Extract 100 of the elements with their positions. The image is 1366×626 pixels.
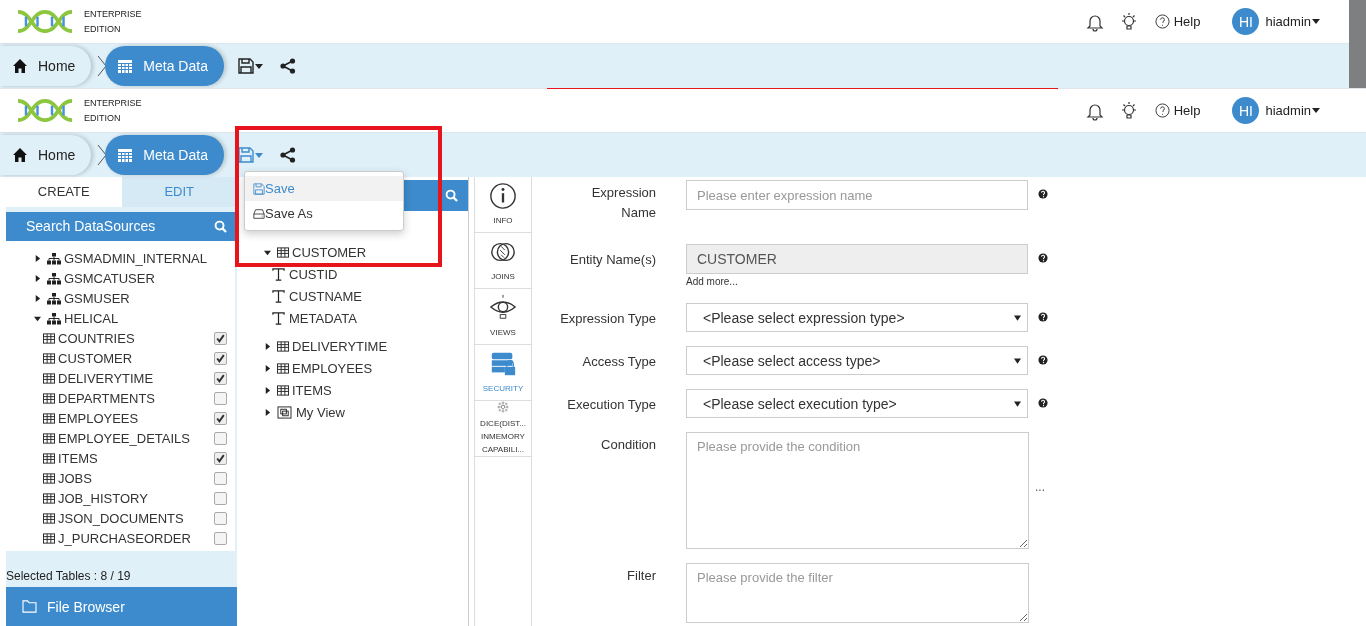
checkbox[interactable] xyxy=(214,492,227,506)
table-label[interactable]: EMPLOYEES xyxy=(58,411,214,427)
column-label[interactable]: METADATA xyxy=(289,310,357,326)
breadcrumb[interactable]: Meta Data xyxy=(105,46,224,86)
input-field[interactable]: CUSTOMER xyxy=(686,244,1028,274)
select-field[interactable]: <Please select execution type> xyxy=(686,389,1028,418)
info-icon[interactable] xyxy=(489,182,517,210)
menu-item[interactable]: Save As xyxy=(245,201,403,226)
caret-icon[interactable] xyxy=(1014,357,1021,364)
checkbox[interactable] xyxy=(214,432,227,446)
help-icon[interactable] xyxy=(1038,189,1048,199)
user-menu[interactable]: hiadmin xyxy=(1265,103,1320,118)
more-link[interactable]: ... xyxy=(1035,480,1045,494)
input-field[interactable]: Please enter expression name xyxy=(686,180,1028,210)
checkbox[interactable] xyxy=(214,332,227,346)
user-avatar[interactable]: HI xyxy=(1232,8,1260,35)
side-tab[interactable]: SECURITY xyxy=(475,345,531,401)
question-circle-icon[interactable] xyxy=(1154,14,1170,29)
search-icon[interactable] xyxy=(445,189,458,202)
side-tab-label[interactable]: DICE(DIST... xyxy=(480,417,526,430)
side-tab-label[interactable]: INMEMORY xyxy=(481,430,525,443)
home-icon[interactable] xyxy=(12,58,28,74)
checkbox[interactable] xyxy=(214,512,227,526)
checkbox[interactable] xyxy=(214,452,227,466)
table-label[interactable]: EMPLOYEE_DETAILS xyxy=(58,431,214,447)
calendar-grid-icon[interactable] xyxy=(117,147,134,163)
expand-arrow-icon[interactable] xyxy=(34,255,41,263)
table-label[interactable]: J_PURCHASEORDER xyxy=(58,531,214,547)
table-label[interactable]: JOBS xyxy=(58,471,214,487)
schema-label[interactable]: GSMUSER xyxy=(64,291,130,307)
table-label[interactable]: DEPARTMENTS xyxy=(58,391,214,407)
calendar-grid-icon[interactable] xyxy=(117,58,134,74)
search-icon[interactable] xyxy=(214,219,227,233)
folder-icon[interactable] xyxy=(22,600,37,614)
caret-icon[interactable] xyxy=(1014,400,1021,407)
tab[interactable]: CREATE xyxy=(6,177,122,207)
drive-icon[interactable] xyxy=(253,207,265,220)
entity-label[interactable]: My View xyxy=(296,404,345,420)
breadcrumb[interactable]: Home xyxy=(0,46,92,86)
help-icon[interactable] xyxy=(1038,312,1048,322)
checkbox[interactable] xyxy=(214,392,227,406)
select-field[interactable]: <Please select expression type> xyxy=(686,303,1028,332)
checkbox[interactable] xyxy=(214,352,227,366)
schema-label[interactable]: GSMADMIN_INTERNAL xyxy=(64,251,208,267)
breadcrumb[interactable]: Meta Data xyxy=(105,135,224,175)
column-label[interactable]: CUSTID xyxy=(289,266,338,282)
help-icon[interactable] xyxy=(1038,253,1048,263)
schema-label[interactable]: HELICAL xyxy=(64,311,119,327)
home-icon[interactable] xyxy=(12,147,28,163)
expand-arrow-icon[interactable] xyxy=(264,408,271,416)
text-area[interactable]: Please provide the condition xyxy=(686,432,1029,549)
entity-label[interactable]: DELIVERYTIME xyxy=(292,338,388,354)
add-more-link[interactable]: Add more... xyxy=(686,276,1048,287)
caret-icon[interactable] xyxy=(254,63,263,69)
expand-arrow-icon[interactable] xyxy=(264,386,271,394)
server-lock-icon[interactable] xyxy=(489,350,517,378)
checkbox[interactable] xyxy=(214,472,227,486)
side-tab-label[interactable]: SECURITY xyxy=(482,382,524,395)
expand-arrow-icon[interactable] xyxy=(34,275,41,283)
side-tab-label[interactable]: CAPABILI... xyxy=(481,443,525,456)
user-avatar[interactable]: HI xyxy=(1232,97,1260,124)
expand-arrow-icon[interactable] xyxy=(34,315,41,323)
file-browser-button[interactable]: File Browser xyxy=(6,587,237,626)
search-bar[interactable]: Search DataSources xyxy=(6,211,237,241)
scrollbar[interactable] xyxy=(1349,0,1366,88)
caret-icon[interactable] xyxy=(1014,314,1021,321)
checkbox[interactable] xyxy=(214,372,227,386)
column-label[interactable]: CUSTNAME xyxy=(289,288,362,304)
save-dropdown-button[interactable] xyxy=(235,56,265,76)
side-tab[interactable]: DICE(DIST... INMEMORY CAPABILI... xyxy=(475,401,531,457)
share-icon[interactable] xyxy=(279,147,296,163)
side-tab-label[interactable]: JOINS xyxy=(491,270,515,283)
entity-label[interactable]: CUSTOMER xyxy=(292,244,367,260)
question-circle-icon[interactable] xyxy=(1154,103,1170,118)
checkbox[interactable] xyxy=(214,412,227,426)
help-link[interactable]: Help xyxy=(1154,103,1201,118)
expand-arrow-icon[interactable] xyxy=(34,295,41,303)
side-tab[interactable]: INFO xyxy=(475,177,531,233)
table-label[interactable]: JSON_DOCUMENTS xyxy=(58,511,214,527)
side-tab-label[interactable]: VIEWS xyxy=(490,326,516,339)
help-icon[interactable] xyxy=(1038,398,1048,408)
checkbox[interactable] xyxy=(214,532,227,546)
expand-arrow-icon[interactable] xyxy=(264,342,271,350)
entity-label[interactable]: EMPLOYEES xyxy=(292,360,373,376)
breadcrumb[interactable]: Home xyxy=(0,135,92,175)
table-label[interactable]: ITEMS xyxy=(58,451,214,467)
expand-arrow-icon[interactable] xyxy=(264,364,271,372)
caret-icon[interactable] xyxy=(1312,108,1320,113)
side-tab-label[interactable]: INFO xyxy=(493,214,513,227)
text-area[interactable]: Please provide the filter xyxy=(686,563,1029,623)
schema-label[interactable]: GSMCATUSER xyxy=(64,271,155,287)
side-tab[interactable]: VIEWS xyxy=(475,289,531,345)
table-label[interactable]: CUSTOMER xyxy=(58,351,214,367)
select-field[interactable]: <Please select access type> xyxy=(686,346,1028,375)
entity-label[interactable]: ITEMS xyxy=(292,382,332,398)
expand-arrow-icon[interactable] xyxy=(264,248,271,256)
side-tab[interactable]: JOINS xyxy=(475,233,531,289)
eye-icon[interactable] xyxy=(489,294,517,322)
table-label[interactable]: DELIVERYTIME xyxy=(58,371,214,387)
caret-icon[interactable] xyxy=(1312,19,1320,24)
